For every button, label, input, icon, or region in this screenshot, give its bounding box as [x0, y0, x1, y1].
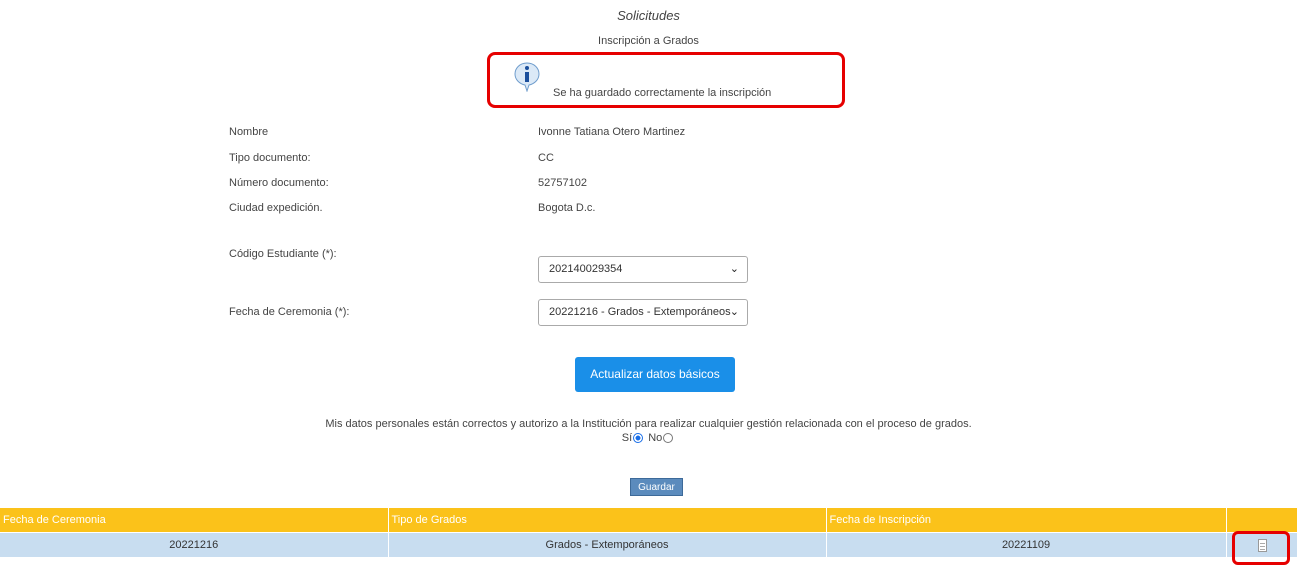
- page-subtitle: Inscripción a Grados: [598, 35, 699, 47]
- tipo-documento-label: Tipo documento:: [229, 152, 311, 164]
- success-message-highlight: [487, 52, 845, 108]
- codigo-estudiante-label: Código Estudiante (*):: [229, 248, 337, 260]
- ciudad-expedicion-label: Ciudad expedición.: [229, 202, 323, 214]
- header-fecha-ceremonia: Fecha de Ceremonia: [0, 508, 389, 533]
- numero-documento-label: Número documento:: [229, 177, 329, 189]
- fecha-ceremonia-value: 20221216 - Grados - Extemporáneos: [549, 306, 731, 318]
- cell-tipo-grados: Grados - Extemporáneos: [388, 532, 827, 557]
- radio-yes[interactable]: [633, 433, 644, 444]
- actualizar-datos-button[interactable]: Actualizar datos básicos: [575, 357, 735, 392]
- codigo-estudiante-value: 202140029354: [549, 263, 623, 275]
- chevron-down-icon: ⌄: [729, 263, 739, 275]
- radio-yes-label: Sí: [621, 432, 633, 444]
- codigo-estudiante-select[interactable]: 202140029354 ⌄: [538, 256, 748, 283]
- cell-fecha-ceremonia: 20221216: [0, 532, 389, 557]
- table-row: 20221216 Grados - Extemporáneos 20221109: [0, 532, 1297, 557]
- table-header-row: Fecha de Ceremonia Tipo de Grados Fecha …: [0, 508, 1297, 533]
- nombre-label: Nombre: [229, 126, 269, 138]
- fecha-ceremonia-label: Fecha de Ceremonia (*):: [229, 306, 350, 318]
- numero-documento-value: 52757102: [538, 177, 587, 189]
- header-fecha-inscripcion: Fecha de Inscripción: [826, 508, 1227, 533]
- success-message: Se ha guardado correctamente la inscripc…: [553, 87, 772, 99]
- info-icon: [514, 62, 540, 92]
- chevron-down-icon: ⌄: [729, 306, 739, 318]
- header-actions: [1226, 508, 1297, 533]
- nombre-value: Ivonne Tatiana Otero Martinez: [538, 126, 686, 138]
- guardar-button[interactable]: Guardar: [630, 478, 683, 496]
- consent-radio-group: Sí No: [0, 432, 1297, 444]
- header-tipo-grados: Tipo de Grados: [388, 508, 827, 533]
- consent-text: Mis datos personales están correctos y a…: [325, 418, 972, 430]
- fecha-ceremonia-select[interactable]: 20221216 - Grados - Extemporáneos ⌄: [538, 299, 748, 326]
- radio-no-label: No: [648, 432, 663, 444]
- document-icon[interactable]: [1258, 539, 1267, 552]
- radio-no[interactable]: [663, 433, 674, 444]
- ciudad-expedicion-value: Bogota D.c.: [538, 202, 596, 214]
- tipo-documento-value: CC: [538, 152, 554, 164]
- cell-fecha-inscripcion: 20221109: [826, 532, 1227, 557]
- inscripciones-table: Fecha de Ceremonia Tipo de Grados Fecha …: [0, 508, 1297, 557]
- page-title: Solicitudes: [617, 8, 680, 23]
